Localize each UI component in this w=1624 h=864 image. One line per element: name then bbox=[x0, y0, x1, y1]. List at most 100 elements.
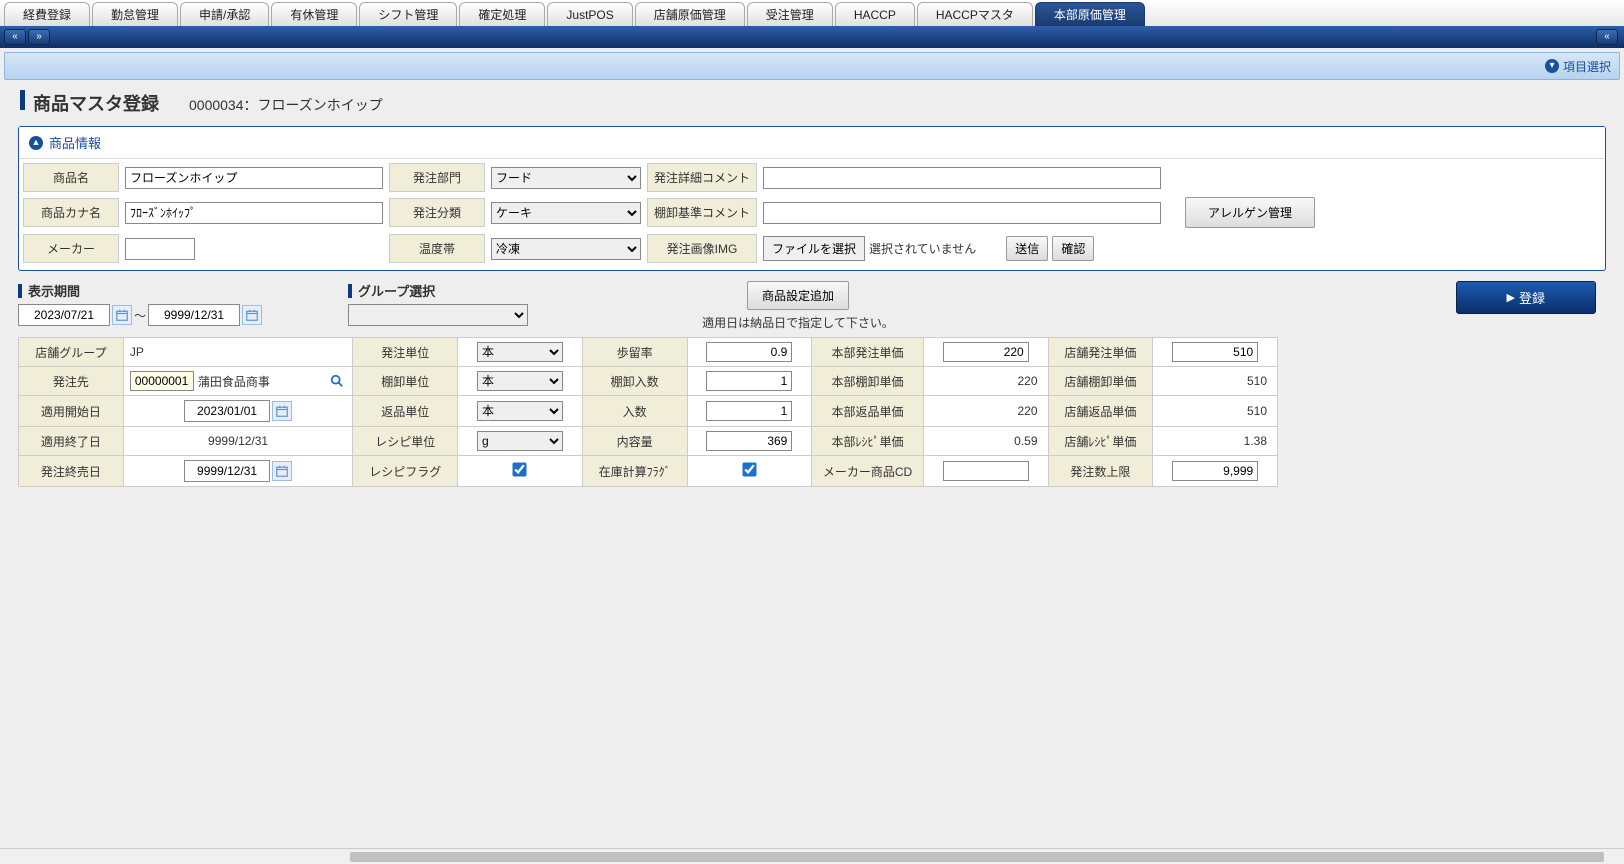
product-name-input[interactable] bbox=[125, 167, 383, 189]
action-toolbar: ▾ 項目選択 bbox=[4, 52, 1620, 80]
tab-vacation[interactable]: 有休管理 bbox=[271, 2, 357, 26]
tab-fix[interactable]: 確定処理 bbox=[459, 2, 545, 26]
label-order-dest: 発注先 bbox=[19, 367, 124, 396]
horizontal-scrollbar[interactable] bbox=[0, 848, 1624, 864]
store-order-price-input[interactable] bbox=[1172, 342, 1258, 362]
label-apply-end: 適用終了日 bbox=[19, 427, 124, 456]
label-order-max: 発注数上限 bbox=[1048, 456, 1153, 487]
content-input[interactable] bbox=[706, 431, 792, 451]
search-icon[interactable] bbox=[328, 372, 346, 390]
label-product-name: 商品名 bbox=[23, 163, 119, 192]
register-button[interactable]: ▶ 登録 bbox=[1456, 281, 1596, 314]
tab-haccp-master[interactable]: HACCPマスタ bbox=[917, 2, 1033, 26]
tab-hq-cost[interactable]: 本部原価管理 bbox=[1035, 2, 1145, 26]
group-label: グループ選択 bbox=[358, 281, 435, 300]
send-button[interactable]: 送信 bbox=[1006, 236, 1048, 261]
hq-order-price-input[interactable] bbox=[943, 342, 1029, 362]
order-end-input[interactable] bbox=[184, 460, 270, 482]
scrollbar-thumb[interactable] bbox=[350, 852, 1604, 862]
order-dept-select[interactable]: フード bbox=[491, 167, 641, 189]
qty-input[interactable] bbox=[706, 401, 792, 421]
order-detail-comment-input[interactable] bbox=[763, 167, 1161, 189]
order-unit-select[interactable]: 本 bbox=[477, 342, 563, 362]
product-kana-input[interactable] bbox=[125, 202, 383, 224]
label-store-recipe-price: 店舗ﾚｼﾋﾟ単価 bbox=[1048, 427, 1153, 456]
label-hq-inv-price: 本部棚卸単価 bbox=[812, 367, 924, 396]
value-apply-end: 9999/12/31 bbox=[123, 427, 352, 456]
chevron-down-icon: ▾ bbox=[1545, 59, 1559, 73]
label-recipe-unit: レシピ単位 bbox=[353, 427, 458, 456]
recipe-flag-checkbox[interactable] bbox=[513, 462, 527, 476]
product-info-panel: ▲ 商品情報 商品名 発注部門 フード 発注詳細コメント 商品カナ名 発注分類 … bbox=[18, 126, 1606, 271]
label-hq-order-price: 本部発注単価 bbox=[812, 338, 924, 367]
nav-next-button[interactable]: » bbox=[28, 29, 50, 45]
label-maker-cd: メーカー商品CD bbox=[812, 456, 924, 487]
order-max-input[interactable] bbox=[1172, 461, 1258, 481]
product-info-title: 商品情報 bbox=[49, 133, 101, 152]
maker-input[interactable] bbox=[125, 238, 195, 260]
apply-start-input[interactable] bbox=[184, 400, 270, 422]
label-maker: メーカー bbox=[23, 234, 119, 263]
value-store-recipe-price: 1.38 bbox=[1153, 427, 1278, 456]
inv-unit-select[interactable]: 本 bbox=[477, 371, 563, 391]
calendar-icon[interactable] bbox=[112, 305, 132, 325]
apply-date-note: 適用日は納品日で指定して下さい。 bbox=[702, 314, 894, 331]
allergen-manage-button[interactable]: アレルゲン管理 bbox=[1185, 197, 1315, 228]
label-store-group: 店舗グループ bbox=[19, 338, 124, 367]
tab-haccp[interactable]: HACCP bbox=[835, 2, 915, 26]
value-store-group: JP bbox=[123, 338, 352, 367]
nav-strip: « » « bbox=[0, 26, 1624, 48]
confirm-button[interactable]: 確認 bbox=[1052, 236, 1094, 261]
inventory-std-comment-input[interactable] bbox=[763, 202, 1161, 224]
nav-prev-button[interactable]: « bbox=[4, 29, 26, 45]
temp-zone-select[interactable]: 冷凍 bbox=[491, 238, 641, 260]
register-label: 登録 bbox=[1519, 288, 1545, 307]
tab-expense[interactable]: 経費登録 bbox=[4, 2, 90, 26]
nav-scroll-button[interactable]: « bbox=[1596, 29, 1618, 45]
label-hq-recipe-price: 本部ﾚｼﾋﾟ単価 bbox=[812, 427, 924, 456]
order-dest-code-input[interactable] bbox=[130, 371, 194, 391]
page-title: 商品マスタ登録 bbox=[33, 90, 159, 116]
value-store-return-price: 510 bbox=[1153, 396, 1278, 427]
label-store-inv-price: 店舗棚卸単価 bbox=[1048, 367, 1153, 396]
label-inv-qty: 棚卸入数 bbox=[582, 367, 687, 396]
label-order-unit: 発注単位 bbox=[353, 338, 458, 367]
order-dest-name: 蒲田食品商事 bbox=[198, 373, 270, 390]
value-hq-return-price: 220 bbox=[923, 396, 1048, 427]
value-hq-recipe-price: 0.59 bbox=[923, 427, 1048, 456]
yield-input[interactable] bbox=[706, 342, 792, 362]
item-select-link[interactable]: ▾ 項目選択 bbox=[1545, 58, 1611, 75]
tab-attendance[interactable]: 勤怠管理 bbox=[92, 2, 178, 26]
stock-calc-checkbox[interactable] bbox=[742, 462, 756, 476]
order-class-select[interactable]: ケーキ bbox=[491, 202, 641, 224]
label-store-return-price: 店舗返品単価 bbox=[1048, 396, 1153, 427]
period-to-input[interactable] bbox=[148, 304, 240, 326]
add-setting-button[interactable]: 商品設定追加 bbox=[747, 281, 849, 310]
label-order-detail-comment: 発注詳細コメント bbox=[647, 163, 757, 192]
label-temp-zone: 温度帯 bbox=[389, 234, 485, 263]
label-order-end: 発注終売日 bbox=[19, 456, 124, 487]
calendar-icon[interactable] bbox=[272, 401, 292, 421]
file-choose-button[interactable]: ファイルを選択 bbox=[763, 236, 865, 261]
group-select[interactable] bbox=[348, 304, 528, 326]
tab-approval[interactable]: 申請/承認 bbox=[180, 2, 269, 26]
tab-store-cost[interactable]: 店舗原価管理 bbox=[635, 2, 745, 26]
label-return-unit: 返品単位 bbox=[353, 396, 458, 427]
tab-justpos[interactable]: JustPOS bbox=[547, 2, 632, 26]
file-status-text: 選択されていません bbox=[869, 240, 976, 257]
recipe-unit-select[interactable]: g bbox=[477, 431, 563, 451]
label-recipe-flag: レシピフラグ bbox=[353, 456, 458, 487]
tab-order-mgmt[interactable]: 受注管理 bbox=[747, 2, 833, 26]
calendar-icon[interactable] bbox=[242, 305, 262, 325]
label-stock-calc-flag: 在庫計算ﾌﾗｸﾞ bbox=[582, 456, 687, 487]
calendar-icon[interactable] bbox=[272, 461, 292, 481]
label-apply-start: 適用開始日 bbox=[19, 396, 124, 427]
product-info-header[interactable]: ▲ 商品情報 bbox=[19, 127, 1605, 159]
return-unit-select[interactable]: 本 bbox=[477, 401, 563, 421]
label-hq-return-price: 本部返品単価 bbox=[812, 396, 924, 427]
tab-shift[interactable]: シフト管理 bbox=[359, 2, 457, 26]
inv-qty-input[interactable] bbox=[706, 371, 792, 391]
settings-grid-wrap: 店舗グループ JP 発注単位 本 歩留率 本部発注単価 店舗発注単価 発注先 蒲… bbox=[0, 337, 1624, 487]
maker-cd-input[interactable] bbox=[943, 461, 1029, 481]
period-from-input[interactable] bbox=[18, 304, 110, 326]
